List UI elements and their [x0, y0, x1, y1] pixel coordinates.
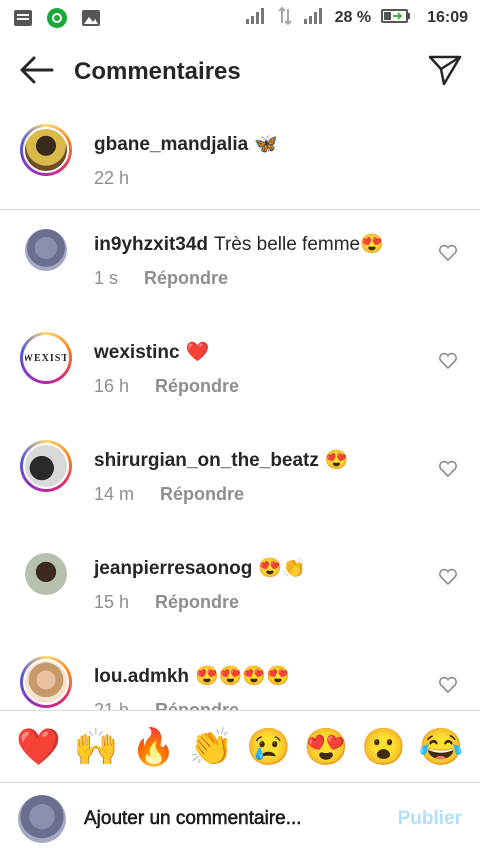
avatar[interactable] — [20, 548, 72, 600]
comment-username[interactable]: shirurgian_on_the_beatz — [94, 450, 319, 471]
comment-username[interactable]: wexistinc — [94, 342, 180, 363]
avatar[interactable] — [20, 224, 72, 276]
avatar[interactable]: WEXIST — [20, 332, 72, 384]
comment-input[interactable]: Ajouter un commentaire... — [84, 807, 302, 830]
like-heart-icon[interactable] — [438, 568, 458, 591]
reply-button[interactable]: Répondre — [160, 484, 244, 505]
caption-username[interactable]: gbane_mandjalia — [94, 134, 248, 155]
like-heart-icon[interactable] — [438, 352, 458, 375]
emoji-button[interactable]: 😂 — [419, 726, 464, 768]
caption-time: 22 h — [94, 168, 130, 188]
comment-time: 1 s — [94, 268, 119, 288]
comment-input-bar: Ajouter un commentaire... Publier — [0, 782, 480, 854]
reply-button[interactable]: Répondre — [155, 700, 239, 710]
emoji-button[interactable]: 🔥 — [131, 726, 176, 768]
like-heart-icon[interactable] — [438, 244, 458, 267]
comment-username[interactable]: jeanpierresaonog — [94, 558, 252, 579]
gallery-icon — [80, 7, 102, 29]
emoji-button[interactable]: 😢 — [246, 726, 291, 768]
butterfly-emoji: 🦋 — [254, 134, 278, 155]
comment-item: lou.admkh 😍😍😍😍 21 h Répondre — [0, 642, 480, 710]
reply-button[interactable]: Répondre — [155, 592, 239, 613]
emoji-button[interactable]: ❤️ — [16, 726, 61, 768]
emoji-button[interactable]: 😮 — [361, 726, 406, 768]
comment-time: 15 h — [94, 592, 130, 612]
avatar — [18, 794, 66, 843]
avatar[interactable] — [20, 440, 72, 492]
comment-item: WEXIST wexistinc ❤️ 16 h Répondre — [0, 318, 480, 426]
signal-icon-2 — [303, 7, 325, 30]
send-icon[interactable] — [428, 54, 462, 91]
signal-icon — [245, 7, 267, 30]
app-notification-icon — [46, 7, 68, 29]
comment-list[interactable]: in9yhzxit34d Très belle femme😍 1 s Répondr… — [0, 210, 480, 710]
comment-text: ❤️ — [185, 342, 210, 363]
reply-button[interactable]: Répondre — [155, 376, 239, 397]
avatar[interactable] — [20, 656, 72, 708]
battery-icon — [381, 8, 411, 29]
data-transfer-icon — [277, 6, 293, 30]
like-heart-icon[interactable] — [438, 460, 458, 483]
comment-text: Très belle femme😍 — [214, 234, 384, 255]
emoji-button[interactable]: 🙌 — [74, 726, 119, 768]
comment-text: 😍😍😍😍 — [195, 666, 290, 687]
avatar[interactable] — [20, 124, 72, 176]
comment-item: in9yhzxit34d Très belle femme😍 1 s Répondr… — [0, 210, 480, 318]
clock: 16:09 — [427, 9, 468, 26]
reply-button[interactable]: Répondre — [144, 268, 228, 289]
comment-item: jeanpierresaonog 😍👏 15 h Répondre — [0, 534, 480, 642]
message-icon — [12, 7, 34, 29]
battery-level: 28 % — [334, 9, 372, 26]
comment-text: 😍👏 — [258, 558, 306, 579]
comment-username[interactable]: in9yhzxit34d — [94, 234, 208, 255]
publish-button[interactable]: Publier — [398, 808, 462, 830]
status-bar: 28 % 16:09 — [0, 0, 480, 36]
page-title: Commentaires — [74, 58, 241, 85]
emoji-quick-bar: ❤️ 🙌 🔥 👏 😢 😍 😮 😂 — [0, 710, 480, 782]
like-heart-icon[interactable] — [438, 676, 458, 699]
comment-time: 16 h — [94, 376, 130, 396]
back-arrow-icon[interactable] — [18, 56, 54, 89]
avatar-logo-text: WEXIST — [23, 352, 69, 364]
comment-item: shirurgian_on_the_beatz 😍 14 m Répondre — [0, 426, 480, 534]
comment-text: 😍 — [324, 450, 349, 471]
emoji-button[interactable]: 👏 — [189, 726, 234, 768]
comment-username[interactable]: lou.admkh — [94, 666, 189, 687]
post-caption: gbane_mandjalia 🦋 22 h — [0, 108, 480, 210]
emoji-button[interactable]: 😍 — [304, 726, 349, 768]
comment-time: 21 h — [94, 700, 130, 710]
header: Commentaires — [0, 36, 480, 108]
comment-time: 14 m — [94, 484, 135, 504]
